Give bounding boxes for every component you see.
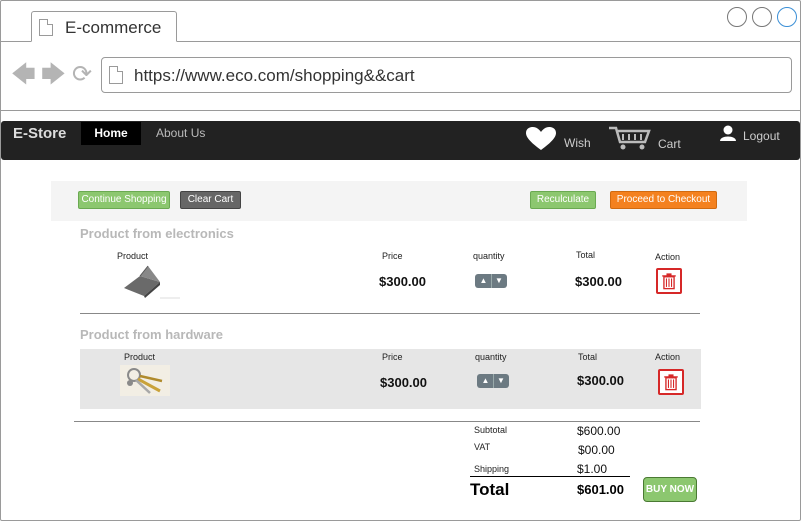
buy-now-button[interactable]: BUY NOW bbox=[643, 477, 697, 502]
page-icon bbox=[109, 66, 123, 84]
section-title-electronics: Product from electronics bbox=[80, 226, 234, 241]
continue-shopping-button[interactable]: Continue Shopping bbox=[78, 191, 170, 209]
recalculate-button[interactable]: Reculculate bbox=[530, 191, 596, 209]
increase-icon[interactable]: ▲ bbox=[478, 374, 493, 388]
page-icon bbox=[39, 19, 53, 36]
totals-divider bbox=[74, 421, 700, 422]
quantity-stepper[interactable]: ▲ ▼ bbox=[475, 274, 507, 288]
laptop-image bbox=[124, 265, 180, 299]
brand-logo[interactable]: E-Store bbox=[13, 125, 66, 142]
back-arrow-icon[interactable]: 🡄 bbox=[11, 63, 36, 87]
clear-cart-button[interactable]: Clear Cart bbox=[180, 191, 241, 209]
delete-icon[interactable] bbox=[658, 369, 684, 395]
quantity-stepper[interactable]: ▲ ▼ bbox=[477, 374, 509, 388]
col-price: Price bbox=[382, 352, 403, 362]
store-navbar: E-Store Home About Us Wish Cart Logout bbox=[1, 121, 800, 160]
vat-label: VAT bbox=[474, 442, 491, 452]
col-action: Action bbox=[655, 252, 681, 262]
decrease-icon[interactable]: ▼ bbox=[491, 274, 506, 288]
heart-icon bbox=[526, 127, 556, 150]
col-price: Price bbox=[382, 251, 403, 261]
nav-about-us[interactable]: About Us bbox=[156, 126, 205, 140]
increase-icon[interactable]: ▲ bbox=[476, 274, 491, 288]
item-price: $300.00 bbox=[379, 274, 426, 289]
cart-toolbar: Continue Shopping Clear Cart Reculculate… bbox=[51, 181, 747, 221]
close-button[interactable] bbox=[777, 7, 797, 27]
minimize-button[interactable] bbox=[727, 7, 747, 27]
shipping-label: Shipping bbox=[474, 464, 510, 474]
item-total: $300.00 bbox=[575, 274, 622, 289]
url-text: https://www.eco.com/shopping&&cart bbox=[134, 66, 415, 85]
total-value: $601.00 bbox=[577, 482, 624, 497]
logout-label: Logout bbox=[743, 129, 780, 143]
user-icon bbox=[720, 125, 736, 141]
tab-title: E-commerce bbox=[65, 18, 162, 37]
shipping-value: $1.00 bbox=[577, 462, 608, 476]
subtotal-label: Subtotal bbox=[474, 425, 508, 435]
section-divider bbox=[80, 313, 700, 314]
maximize-button[interactable] bbox=[752, 7, 772, 27]
delete-icon[interactable] bbox=[656, 268, 682, 294]
checkout-button[interactable]: Proceed to Checkout bbox=[610, 191, 717, 209]
item-total: $300.00 bbox=[577, 373, 624, 388]
nav-home[interactable]: Home bbox=[81, 122, 141, 145]
col-total: Total bbox=[576, 250, 596, 260]
summary-divider bbox=[470, 476, 630, 477]
col-action: Action bbox=[655, 352, 681, 362]
col-quantity: quantity bbox=[475, 352, 507, 362]
section-title-hardware: Product from hardware bbox=[80, 327, 224, 342]
keys-image bbox=[120, 365, 170, 396]
reload-icon[interactable]: ⟳ bbox=[72, 63, 92, 87]
cart-label: Cart bbox=[658, 137, 681, 151]
url-input[interactable]: https://www.eco.com/shopping&&cart bbox=[101, 57, 792, 93]
decrease-icon[interactable]: ▼ bbox=[493, 374, 508, 388]
total-label: Total bbox=[470, 480, 510, 499]
vat-value: $00.00 bbox=[578, 443, 615, 457]
item-price: $300.00 bbox=[380, 375, 427, 390]
col-total: Total bbox=[578, 352, 598, 362]
cart-icon bbox=[609, 126, 651, 150]
col-product: Product bbox=[117, 251, 149, 261]
subtotal-value: $600.00 bbox=[577, 424, 621, 438]
col-quantity: quantity bbox=[473, 251, 505, 261]
browser-tab[interactable]: E-commerce bbox=[31, 11, 177, 42]
wish-label: Wish bbox=[564, 136, 591, 150]
tab-bar: E-commerce bbox=[1, 1, 800, 42]
forward-arrow-icon[interactable]: 🡆 bbox=[41, 63, 66, 87]
col-product: Product bbox=[124, 352, 156, 362]
address-bar-row: 🡄 🡆 ⟳ https://www.eco.com/shopping&&cart bbox=[1, 42, 800, 111]
